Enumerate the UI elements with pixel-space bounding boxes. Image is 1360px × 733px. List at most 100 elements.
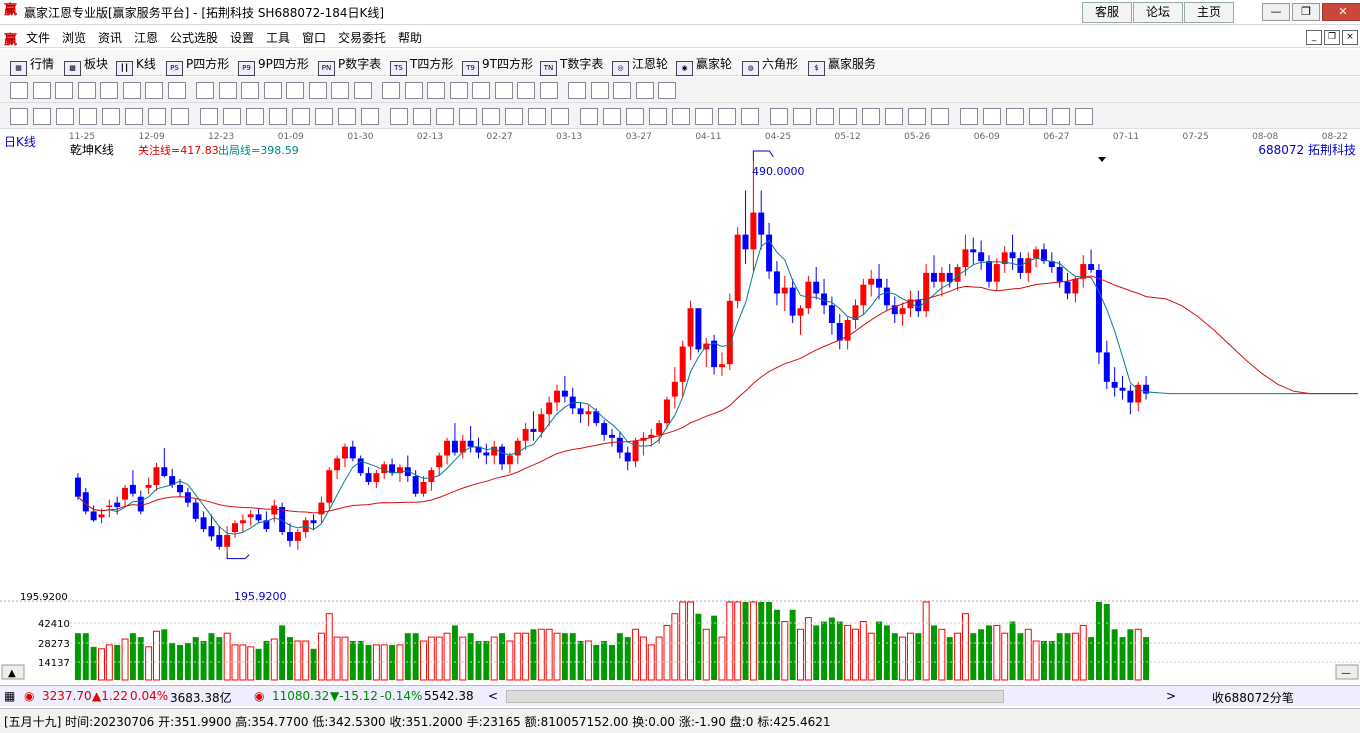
nav-sectors[interactable]: ▩ 板块	[64, 55, 108, 76]
row2-tool-27-icon[interactable]	[626, 108, 644, 125]
row2-tool-19-icon[interactable]	[436, 108, 454, 125]
row1-tool-11-icon[interactable]	[241, 82, 259, 99]
row2-tool-36-icon[interactable]	[839, 108, 857, 125]
row1-tool-3-icon[interactable]	[55, 82, 73, 99]
row2-tool-1-icon[interactable]	[10, 108, 28, 125]
close-button[interactable]: ✕	[1322, 3, 1360, 21]
row1-tool-6-icon[interactable]	[122, 82, 141, 99]
row1-tool-21-icon[interactable]	[472, 82, 490, 99]
row2-tool-21-icon[interactable]	[482, 108, 500, 125]
mdi-close-button[interactable]: ×	[1342, 30, 1358, 45]
kline-chart[interactable]: 11-25 12-09 12-23 01-09 01-30 02-13 02-27 03-13…	[0, 129, 1360, 682]
row2-tool-13-icon[interactable]	[292, 108, 310, 125]
menu-gann[interactable]: 江恩	[134, 29, 158, 46]
row2-tool-23-icon[interactable]	[528, 108, 546, 125]
nav-p-number-table[interactable]: PN P数字表	[318, 55, 381, 76]
row1-tool-15-icon[interactable]	[331, 82, 349, 99]
row2-tool-39-icon[interactable]	[908, 108, 926, 125]
row1-tool-2-icon[interactable]	[32, 82, 51, 99]
row1-tool-4-icon[interactable]	[77, 82, 96, 99]
nav-kline[interactable]: ┃┃ K线	[116, 55, 156, 76]
menu-formula-selection[interactable]: 公式选股	[170, 29, 218, 46]
row1-tool-8-icon[interactable]	[167, 82, 186, 99]
menu-file[interactable]: 文件	[26, 29, 50, 46]
nav-9p-square[interactable]: P9 9P四方形	[238, 55, 309, 76]
row2-tool-45-icon[interactable]	[1052, 108, 1070, 125]
row2-tool-32-icon[interactable]	[741, 108, 759, 125]
nav-hexagon[interactable]: ◍ 六角形	[742, 55, 798, 76]
row1-tool-19-icon[interactable]	[427, 82, 445, 99]
row2-tool-42-icon[interactable]	[983, 108, 1001, 125]
nav-winner-wheel[interactable]: ◉ 赢家轮	[676, 55, 732, 76]
row1-tool-14-icon[interactable]	[308, 82, 327, 99]
nav-9t-square[interactable]: T9 9T四方形	[462, 55, 533, 76]
row1-tool-23-icon[interactable]	[517, 82, 535, 99]
row1-tool-25-icon[interactable]	[568, 82, 586, 99]
row2-tool-18-icon[interactable]	[413, 108, 431, 125]
nav-t-number-table[interactable]: TN T数字表	[540, 55, 603, 76]
row2-tool-37-icon[interactable]	[862, 108, 880, 125]
nav-t-square[interactable]: TS T四方形	[390, 55, 453, 76]
row1-tool-20-icon[interactable]	[449, 82, 468, 99]
row2-tool-10-icon[interactable]	[223, 108, 241, 125]
row2-tool-46-icon[interactable]	[1075, 108, 1093, 125]
row2-tool-41-icon[interactable]	[960, 108, 978, 125]
row2-tool-31-icon[interactable]	[718, 108, 736, 125]
horizontal-scrollbar[interactable]	[506, 690, 1004, 703]
menu-window[interactable]: 窗口	[302, 29, 326, 46]
row2-tool-38-icon[interactable]	[885, 108, 903, 125]
row2-tool-9-icon[interactable]	[200, 108, 218, 125]
minimize-button[interactable]: —	[1262, 3, 1290, 21]
row1-tool-17-icon[interactable]	[382, 82, 400, 99]
menu-settings[interactable]: 设置	[230, 29, 254, 46]
row1-tool-22-icon[interactable]	[494, 82, 513, 99]
nav-winner-service[interactable]: $ 赢家服务	[808, 55, 876, 76]
row1-tool-16-icon[interactable]	[353, 82, 372, 99]
maximize-button[interactable]: ❐	[1292, 3, 1320, 21]
row2-tool-6-icon[interactable]	[125, 108, 143, 125]
row1-tool-9-icon[interactable]	[196, 82, 214, 99]
row1-tool-24-icon[interactable]	[539, 82, 558, 99]
row2-tool-34-icon[interactable]	[793, 108, 811, 125]
customer-service-link[interactable]: 客服	[1082, 2, 1132, 23]
row1-tool-7-icon[interactable]	[145, 82, 163, 99]
row1-tool-27-icon[interactable]	[613, 82, 631, 99]
row2-tool-22-icon[interactable]	[505, 108, 523, 125]
row1-tool-10-icon[interactable]	[218, 82, 237, 99]
row1-tool-12-icon[interactable]	[263, 82, 282, 99]
row2-tool-12-icon[interactable]	[269, 108, 287, 125]
row2-tool-24-icon[interactable]	[551, 108, 569, 125]
row1-tool-29-icon[interactable]	[658, 82, 676, 99]
row2-tool-3-icon[interactable]	[56, 108, 74, 125]
row1-tool-18-icon[interactable]	[404, 82, 423, 99]
nav-quotes[interactable]: ▦ 行情	[10, 55, 54, 76]
mdi-restore-button[interactable]: ❐	[1324, 30, 1340, 45]
row2-tool-15-icon[interactable]	[338, 108, 356, 125]
row2-tool-25-icon[interactable]	[580, 108, 598, 125]
scroll-left-icon[interactable]: <	[488, 689, 498, 703]
collect-tick-label[interactable]: 收688072分笔	[1212, 689, 1294, 706]
menu-help[interactable]: 帮助	[398, 29, 422, 46]
nav-gann-wheel[interactable]: ◎ 江恩轮	[612, 55, 668, 76]
home-link[interactable]: 主页	[1184, 2, 1234, 23]
row2-tool-17-icon[interactable]	[390, 108, 408, 125]
grid-view-icon[interactable]: ▦	[4, 689, 15, 703]
row2-tool-4-icon[interactable]	[79, 108, 97, 125]
chart-panel[interactable]: 11-25 12-09 12-23 01-09 01-30 02-13 02-27 03-13…	[0, 129, 1360, 682]
row2-tool-20-icon[interactable]	[459, 108, 477, 125]
row2-tool-14-icon[interactable]	[315, 108, 333, 125]
row2-tool-29-icon[interactable]	[672, 108, 690, 125]
row2-tool-43-icon[interactable]	[1006, 108, 1024, 125]
scroll-right-icon[interactable]: >	[1166, 689, 1176, 703]
row2-tool-5-icon[interactable]	[102, 108, 120, 125]
row1-tool-26-icon[interactable]	[590, 82, 609, 99]
mdi-minimize-button[interactable]: _	[1306, 30, 1322, 45]
row2-tool-35-icon[interactable]	[816, 108, 834, 125]
row2-tool-28-icon[interactable]	[649, 108, 667, 125]
row2-tool-40-icon[interactable]	[931, 108, 949, 125]
menu-trade[interactable]: 交易委托	[338, 29, 386, 46]
menu-browse[interactable]: 浏览	[62, 29, 86, 46]
nav-p-square[interactable]: PS P四方形	[166, 55, 229, 76]
menu-tools[interactable]: 工具	[266, 29, 290, 46]
row2-tool-33-icon[interactable]	[770, 108, 788, 125]
